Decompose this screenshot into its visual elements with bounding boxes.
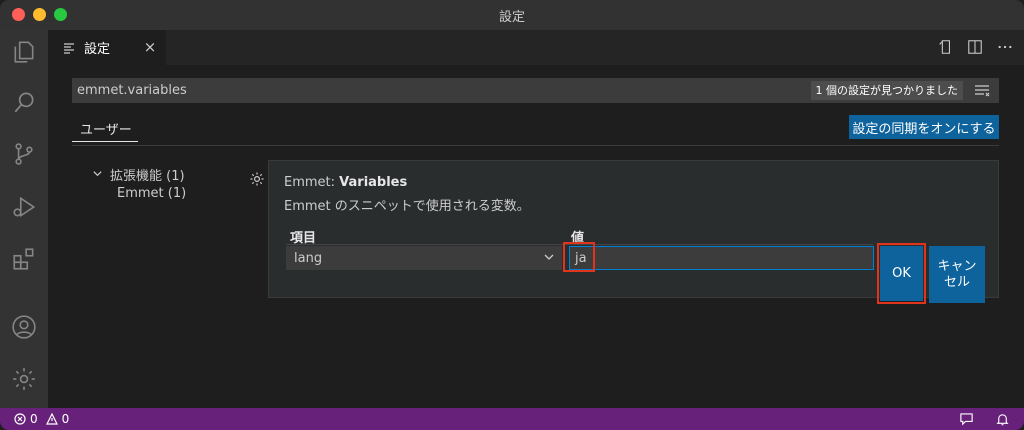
tab-label: 設定 — [84, 42, 111, 57]
tab-settings[interactable]: 設定 × — [48, 30, 166, 65]
status-right — [958, 411, 1010, 427]
error-count: 0 — [30, 412, 38, 426]
warning-count: 0 — [61, 412, 70, 426]
divider — [72, 145, 999, 146]
editor-tab-strip: 設定 × — [48, 30, 1024, 65]
filter-icon[interactable] — [973, 82, 991, 100]
notifications-bell-icon[interactable] — [994, 411, 1010, 427]
search-icon[interactable] — [10, 88, 38, 116]
source-control-icon[interactable] — [10, 140, 38, 168]
settings-search-input[interactable]: emmet.variables 1 個の設定が見つかりました — [72, 78, 999, 103]
setting-category: Emmet: — [284, 175, 340, 190]
status-bar: 0 0 — [0, 408, 1024, 430]
window-title: 設定 — [498, 9, 525, 25]
open-settings-json-icon[interactable] — [936, 38, 954, 56]
error-icon — [14, 413, 26, 425]
maximize-window-button[interactable] — [54, 8, 67, 21]
setting-description: Emmet のスニペットで使用される変数。 — [284, 199, 530, 214]
cancel-button[interactable]: キャンセル — [929, 246, 985, 303]
feedback-icon[interactable] — [958, 411, 974, 427]
item-value-input[interactable]: ja — [569, 246, 874, 270]
result-count-badge: 1 個の設定が見つかりました — [810, 81, 963, 100]
tab-user-scope[interactable]: ユーザー — [80, 119, 132, 138]
account-icon[interactable] — [10, 313, 38, 341]
turn-on-sync-button[interactable]: 設定の同期をオンにする — [849, 115, 999, 139]
tree-item-extensions[interactable]: 拡張機能 (1) — [92, 165, 185, 184]
run-debug-icon[interactable] — [10, 193, 38, 221]
setting-title: Emmet: Variables — [284, 175, 407, 190]
ok-highlight-box — [877, 243, 926, 304]
close-window-button[interactable] — [12, 8, 25, 21]
settings-window: 設定 設定 × emmet.variables 1 個の設定が見つかりました ユ… — [0, 0, 1024, 430]
item-key-select[interactable]: lang — [286, 246, 562, 270]
active-tab-indicator — [72, 141, 138, 142]
setting-name: Variables — [339, 175, 408, 190]
chevron-down-icon — [542, 250, 556, 264]
tree-item-emmet[interactable]: Emmet (1) — [117, 186, 186, 201]
minimize-window-button[interactable] — [33, 8, 46, 21]
tree-item-label: 拡張機能 (1) — [110, 169, 185, 184]
warning-icon — [45, 413, 58, 425]
item-key-value: lang — [294, 250, 323, 266]
window-controls — [12, 8, 67, 21]
extensions-icon[interactable] — [10, 245, 38, 273]
title-bar: 設定 — [0, 0, 1024, 30]
activity-bar — [0, 30, 48, 408]
explorer-icon[interactable] — [10, 38, 38, 66]
problems-status[interactable]: 0 0 — [14, 412, 69, 426]
more-actions-icon[interactable] — [996, 38, 1014, 56]
split-editor-icon[interactable] — [966, 38, 984, 56]
chevron-down-icon — [92, 168, 104, 182]
manage-gear-icon[interactable] — [10, 365, 38, 393]
search-value: emmet.variables — [77, 83, 187, 98]
setting-gear-icon[interactable] — [249, 171, 265, 187]
editor-actions — [936, 38, 1014, 56]
settings-tab-icon — [64, 42, 74, 54]
close-icon[interactable]: × — [142, 39, 158, 55]
value-highlight-box — [563, 242, 595, 272]
